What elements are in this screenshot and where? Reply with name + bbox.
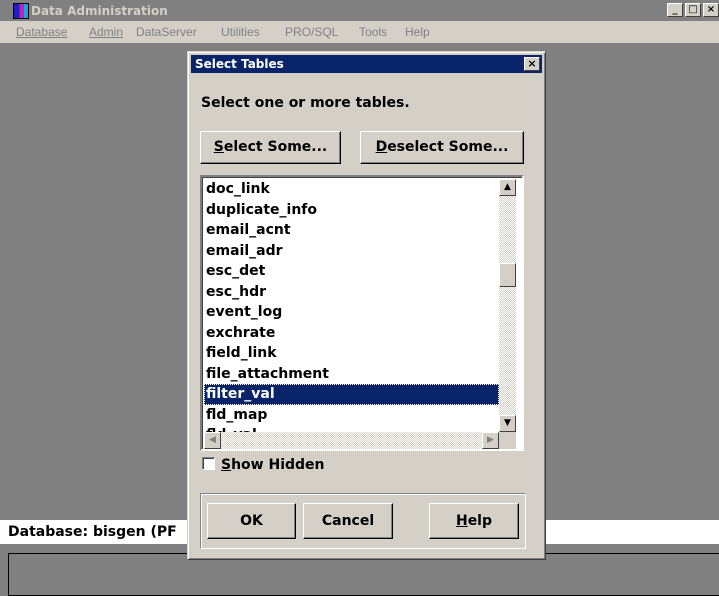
deselect-some-label: eselect Some... [387,139,509,155]
menu-admin[interactable]: Admin [89,25,123,39]
dialog-titlebar: Select Tables × [191,55,542,73]
select-tables-dialog: Select Tables × Select one or more table… [187,51,546,560]
scroll-left-icon[interactable]: ◀ [204,432,221,449]
vertical-scroll-thumb[interactable] [499,263,516,287]
menu-database-label: Database [16,25,68,39]
vertical-scrollbar[interactable]: ▲ ▼ [499,179,516,432]
cancel-button[interactable]: Cancel [303,503,393,539]
app-icon [13,3,29,19]
list-item-selected[interactable]: filter_val [204,384,499,405]
ok-button[interactable]: OK [207,503,296,539]
tables-listbox[interactable]: doc_link duplicate_info email_acnt email… [200,175,524,451]
window-controls: _ □ × [665,3,719,17]
scroll-right-icon[interactable]: ▶ [482,432,499,449]
show-hidden-accel: S [221,457,232,473]
dialog-close-button[interactable]: × [524,57,540,71]
deselect-some-accel: D [375,139,388,155]
window-title: Data Administration [31,4,168,18]
list-item[interactable]: esc_det [204,261,499,282]
list-item[interactable]: fld_map [204,405,499,426]
scroll-down-icon[interactable]: ▼ [499,415,516,432]
help-button[interactable]: Help [429,503,519,539]
minimize-button[interactable]: _ [667,3,683,17]
show-hidden-row[interactable]: Show Hidden [202,457,325,473]
list-item[interactable]: esc_hdr [204,282,499,303]
horizontal-scrollbar[interactable]: ◀ ▶ [204,432,499,449]
menu-admin-label: Admin [89,25,124,39]
menu-dataserver[interactable]: DataServer [136,25,197,39]
main-titlebar: Data Administration _ □ × [0,0,719,21]
tables-list: doc_link duplicate_info email_acnt email… [204,179,499,446]
list-item[interactable]: file_attachment [204,364,499,385]
menu-prosql[interactable]: PRO/SQL [285,25,338,39]
maximize-button[interactable]: □ [685,3,701,17]
list-item[interactable]: field_link [204,343,499,364]
list-item[interactable]: doc_link [204,179,499,200]
menu-database[interactable]: Database [16,25,67,39]
menu-tools[interactable]: Tools [359,25,387,39]
menubar: Database Admin DataServer Utilities PRO/… [0,21,719,43]
help-accel: H [455,513,468,529]
list-item[interactable]: duplicate_info [204,200,499,221]
list-item[interactable]: exchrate [204,323,499,344]
show-hidden-label: how Hidden [231,457,325,473]
show-hidden-checkbox[interactable] [202,457,215,470]
menu-help[interactable]: Help [405,25,430,39]
menu-utilities[interactable]: Utilities [221,25,260,39]
dialog-title: Select Tables [195,57,284,71]
help-label: elp [467,513,493,529]
list-item[interactable]: email_acnt [204,220,499,241]
list-item[interactable]: event_log [204,302,499,323]
select-some-label: elect Some... [223,139,328,155]
scroll-up-icon[interactable]: ▲ [499,179,516,196]
list-item[interactable]: email_adr [204,241,499,262]
close-button[interactable]: × [703,3,719,17]
database-status: Database: bisgen (PF [8,524,177,540]
select-some-accel: S [213,139,224,155]
scrollbar-corner [499,432,516,449]
deselect-some-button[interactable]: Deselect Some... [360,131,524,164]
select-some-button[interactable]: Select Some... [200,131,341,164]
dialog-prompt: Select one or more tables. [201,95,410,111]
